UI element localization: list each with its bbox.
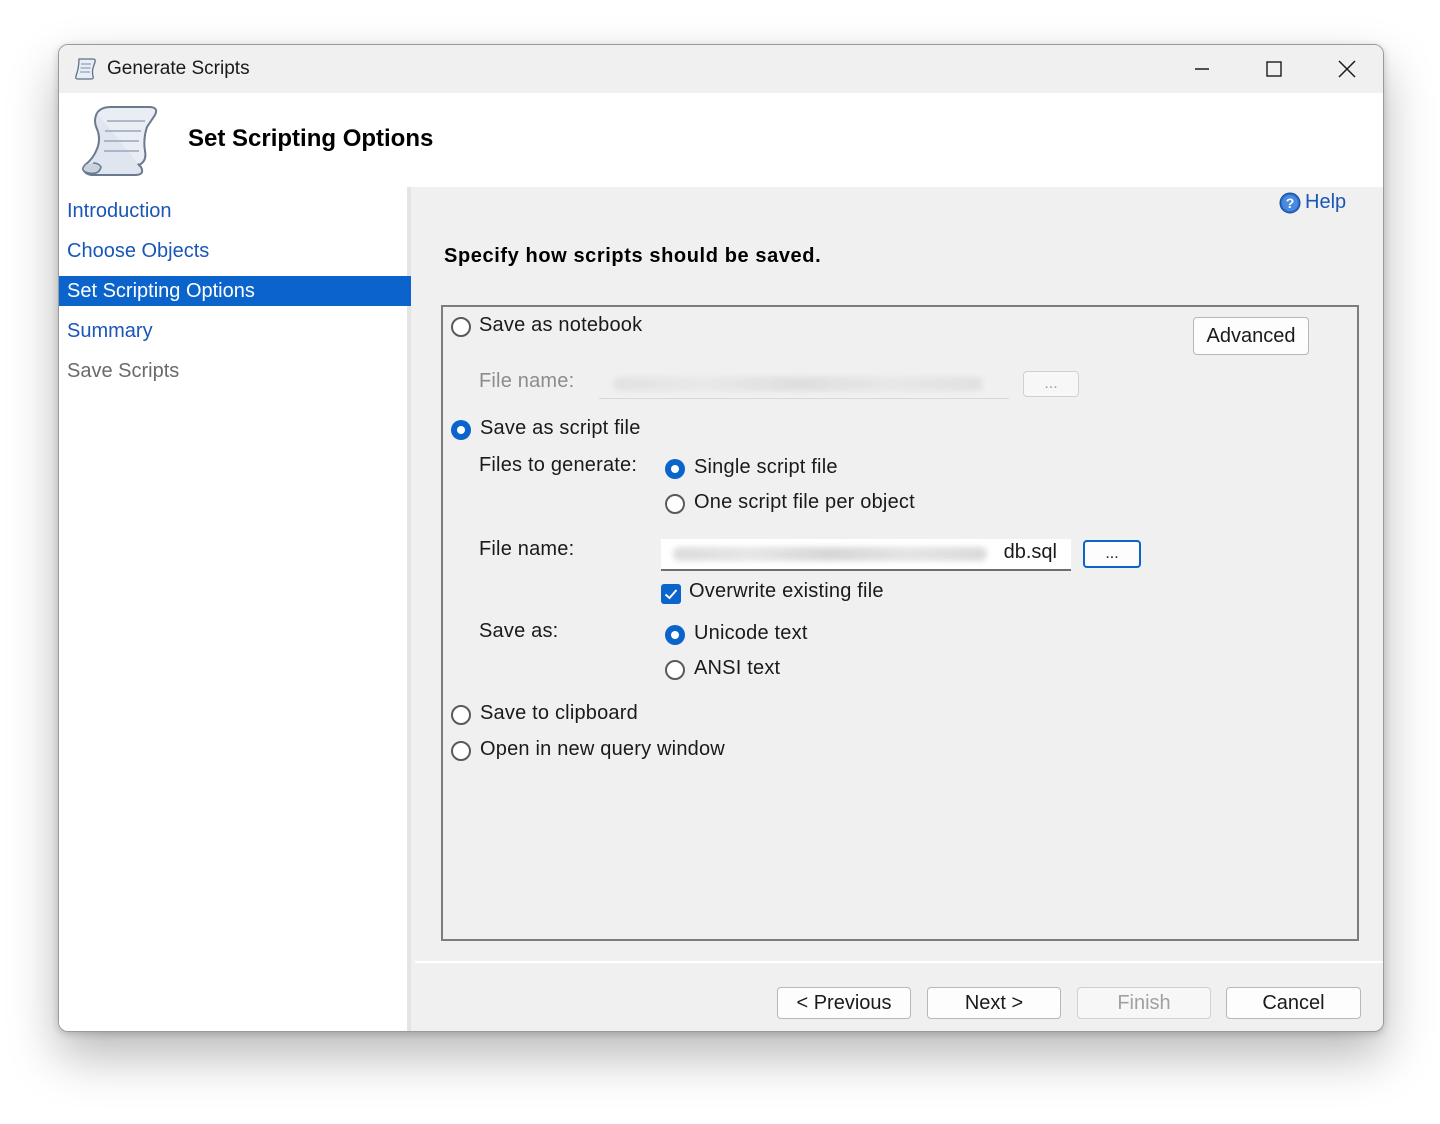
browse-button[interactable]: ... [1083,540,1141,568]
file-name-label: File name: [479,538,575,560]
overwrite-existing-label[interactable]: Overwrite existing file [689,580,884,603]
notebook-file-name-label: File name: [479,370,575,392]
generate-scripts-window: Generate Scripts Set Scripting Options I… [58,44,1384,1032]
close-button[interactable] [1311,45,1383,93]
unicode-text-radio[interactable] [665,625,685,645]
app-scroll-icon [75,58,96,80]
file-name-value: db.sql [1003,541,1057,563]
redacted-path [613,377,983,391]
help-link[interactable]: ? Help [1279,191,1346,214]
unicode-text-label[interactable]: Unicode text [694,622,808,645]
one-script-per-object-radio[interactable] [665,494,685,514]
ansi-text-radio[interactable] [665,660,685,680]
wizard-sidebar: Introduction Choose Objects Set Scriptin… [59,187,411,1031]
save-as-script-file-radio[interactable] [451,420,471,440]
notebook-file-name-field [599,369,1009,399]
minimize-button[interactable] [1166,45,1238,93]
sidebar-item-save-scripts: Save Scripts [67,360,180,382]
svg-text:?: ? [1286,195,1295,211]
single-script-file-radio[interactable] [665,459,685,479]
save-as-script-file-label[interactable]: Save as script file [480,417,641,440]
notebook-browse-button: ... [1023,371,1079,397]
single-script-file-label[interactable]: Single script file [694,456,838,479]
maximize-icon [1266,61,1282,77]
cancel-button[interactable]: Cancel [1226,987,1361,1019]
title-bar[interactable]: Generate Scripts [59,45,1383,93]
next-button[interactable]: Next > [927,987,1061,1019]
save-to-clipboard-radio[interactable] [451,705,471,725]
save-to-clipboard-label[interactable]: Save to clipboard [480,702,638,725]
sidebar-item-introduction[interactable]: Introduction [59,196,411,226]
one-script-per-object-label[interactable]: One script file per object [694,491,915,514]
overwrite-existing-checkbox[interactable] [661,584,681,604]
files-to-generate-label: Files to generate: [479,454,638,476]
page-header: Set Scripting Options [59,93,1383,187]
sidebar-item-summary[interactable]: Summary [59,316,411,346]
checkmark-icon [664,589,678,600]
previous-button[interactable]: < Previous [777,987,911,1019]
sidebar-item-set-scripting-options[interactable]: Set Scripting Options [59,276,411,306]
help-icon: ? [1279,192,1301,213]
minimize-icon [1195,68,1209,70]
save-as-notebook-label[interactable]: Save as notebook [479,314,642,337]
close-icon [1338,60,1356,78]
advanced-button[interactable]: Advanced [1193,317,1309,355]
finish-button: Finish [1077,987,1211,1019]
script-scroll-icon [81,106,158,176]
instruction-text: Specify how scripts should be saved. [444,245,822,267]
sidebar-item-choose-objects[interactable]: Choose Objects [59,236,411,266]
footer-divider [415,961,1383,963]
window-title: Generate Scripts [107,58,250,79]
save-as-label: Save as: [479,620,559,642]
page-title: Set Scripting Options [188,125,434,152]
save-as-notebook-radio[interactable] [451,317,471,337]
help-label: Help [1305,191,1347,213]
save-options-group: Save as notebook Advanced File name: ...… [441,305,1359,941]
open-in-query-window-radio[interactable] [451,741,471,761]
redacted-path [673,547,987,561]
file-name-input[interactable]: db.sql [661,539,1071,571]
ansi-text-label[interactable]: ANSI text [694,657,780,680]
maximize-button[interactable] [1238,45,1310,93]
open-in-query-window-label[interactable]: Open in new query window [480,738,725,761]
